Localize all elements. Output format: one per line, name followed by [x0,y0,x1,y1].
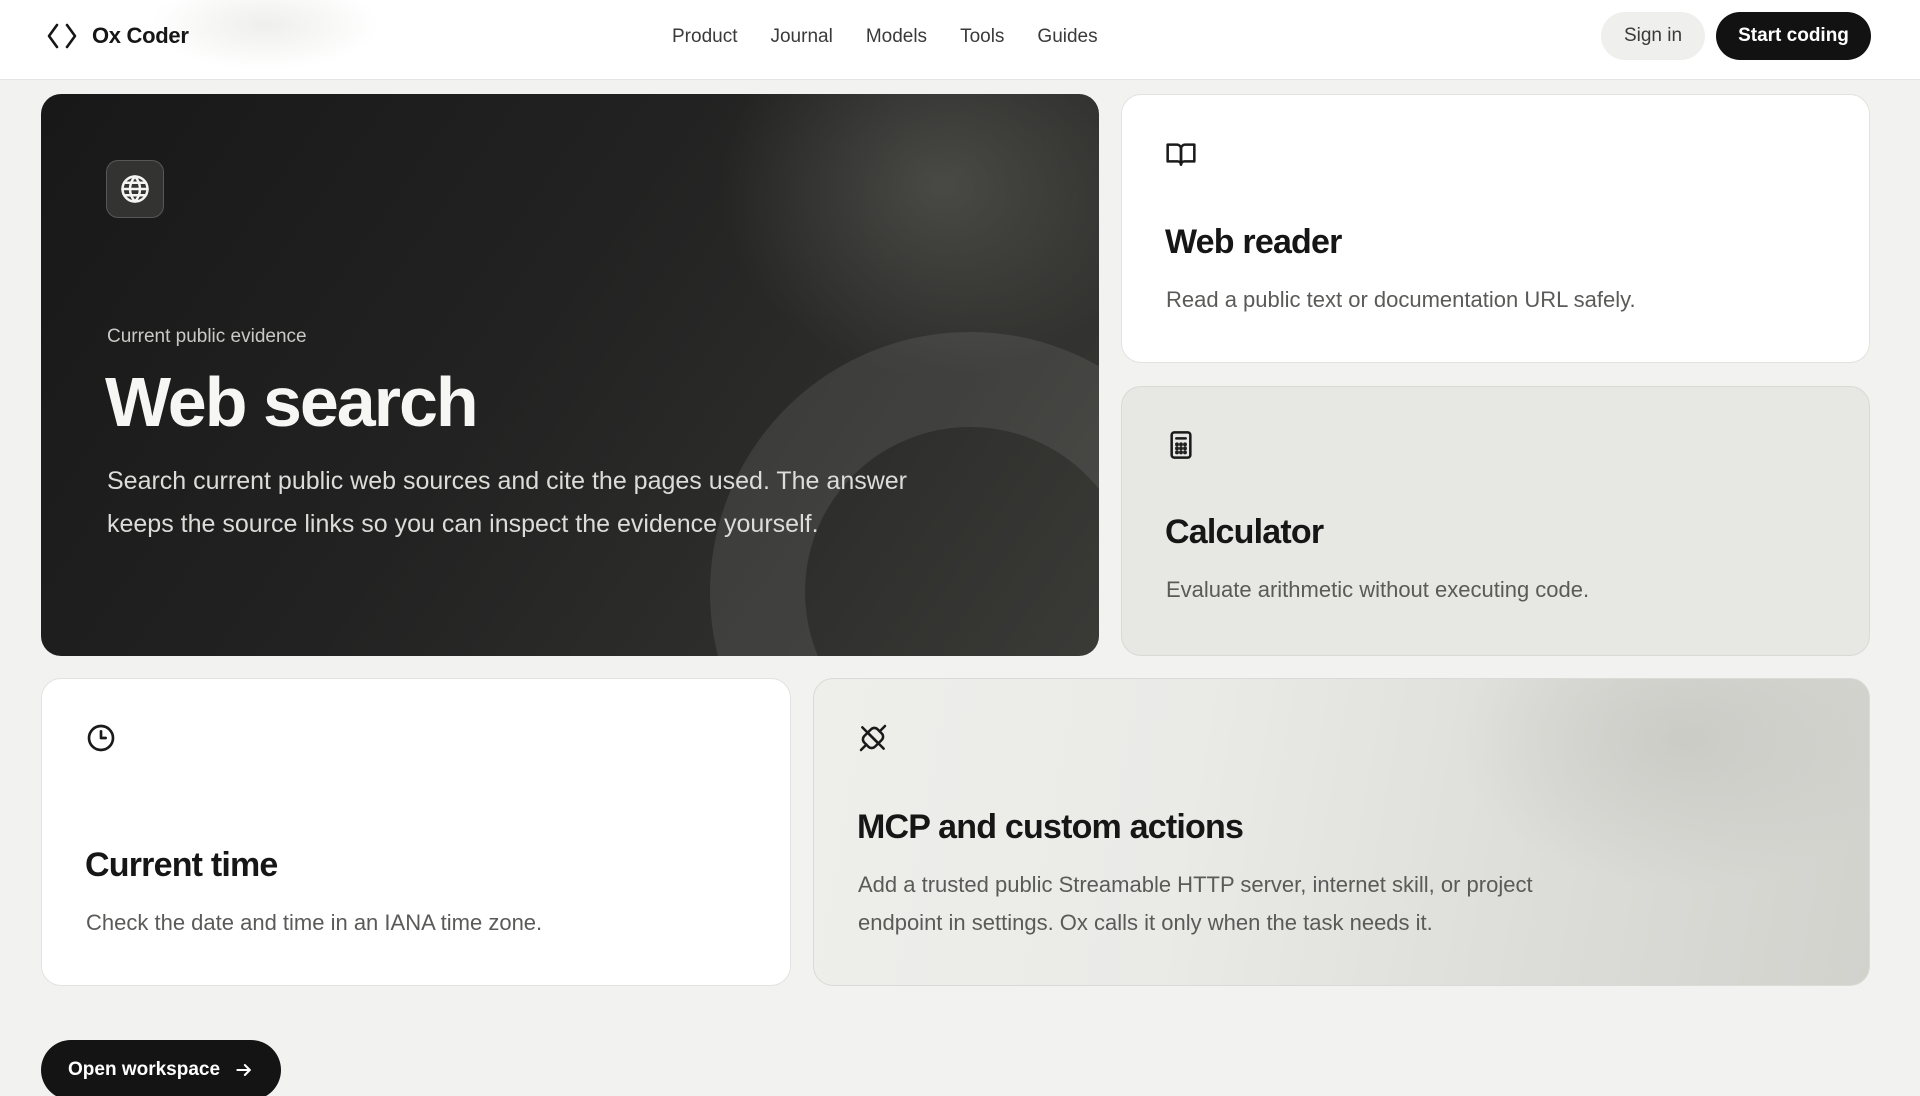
hero-description: Search current public web sources and ci… [107,467,907,538]
current-time-title: Current time [85,846,278,884]
open-workspace-button[interactable]: Open workspace [41,1040,281,1096]
web-reader-card[interactable]: Web reader Read a public text or documen… [1121,94,1870,363]
calculator-description: Evaluate arithmetic without executing co… [1166,577,1590,602]
hero-title: Web search [105,363,479,441]
brand-home-link[interactable]: Ox Coder [46,18,189,54]
clock-icon [87,724,115,752]
mcp-custom-actions-card[interactable]: MCP and custom actions Add a trusted pub… [813,678,1870,986]
open-book-icon [1166,143,1196,166]
mcp-title: MCP and custom actions [857,808,1244,846]
hero-icon-container [106,160,164,218]
web-search-card[interactable]: Current public evidence Web search Searc… [41,94,1099,656]
open-workspace-label: Open workspace [68,1059,221,1080]
top-navigation-bar: Ox Coder Product Journal Models Tools Gu… [0,0,1920,80]
arrow-right-icon [236,1064,251,1076]
calculator-title: Calculator [1165,513,1324,551]
calculator-card[interactable]: Calculator Evaluate arithmetic without e… [1121,386,1870,656]
mcp-description: Add a trusted public Streamable HTTP ser… [858,872,1533,935]
nav-link-models[interactable]: Models [866,26,927,48]
nav-link-product[interactable]: Product [672,26,737,48]
nav-link-guides[interactable]: Guides [1037,26,1097,48]
web-reader-title: Web reader [1165,223,1342,261]
code-brackets-icon [47,23,77,49]
hero-eyebrow: Current public evidence [107,326,307,347]
nav-link-journal[interactable]: Journal [770,26,832,48]
globe-icon [121,175,149,203]
main-nav: Product Journal Models Tools Guides [672,22,1098,52]
start-coding-button[interactable]: Start coding [1716,12,1871,60]
current-time-description: Check the date and time in an IANA time … [86,910,543,935]
mcp-decorative-glow [1454,679,1869,889]
web-reader-description: Read a public text or documentation URL … [1166,287,1636,312]
current-time-card[interactable]: Current time Check the date and time in … [41,678,791,986]
brand-name: Ox Coder [92,23,189,48]
calculator-icon [1170,431,1192,459]
plug-disconnected-icon [859,724,887,752]
nav-link-tools[interactable]: Tools [960,26,1004,48]
sign-in-button[interactable]: Sign in [1601,12,1705,60]
